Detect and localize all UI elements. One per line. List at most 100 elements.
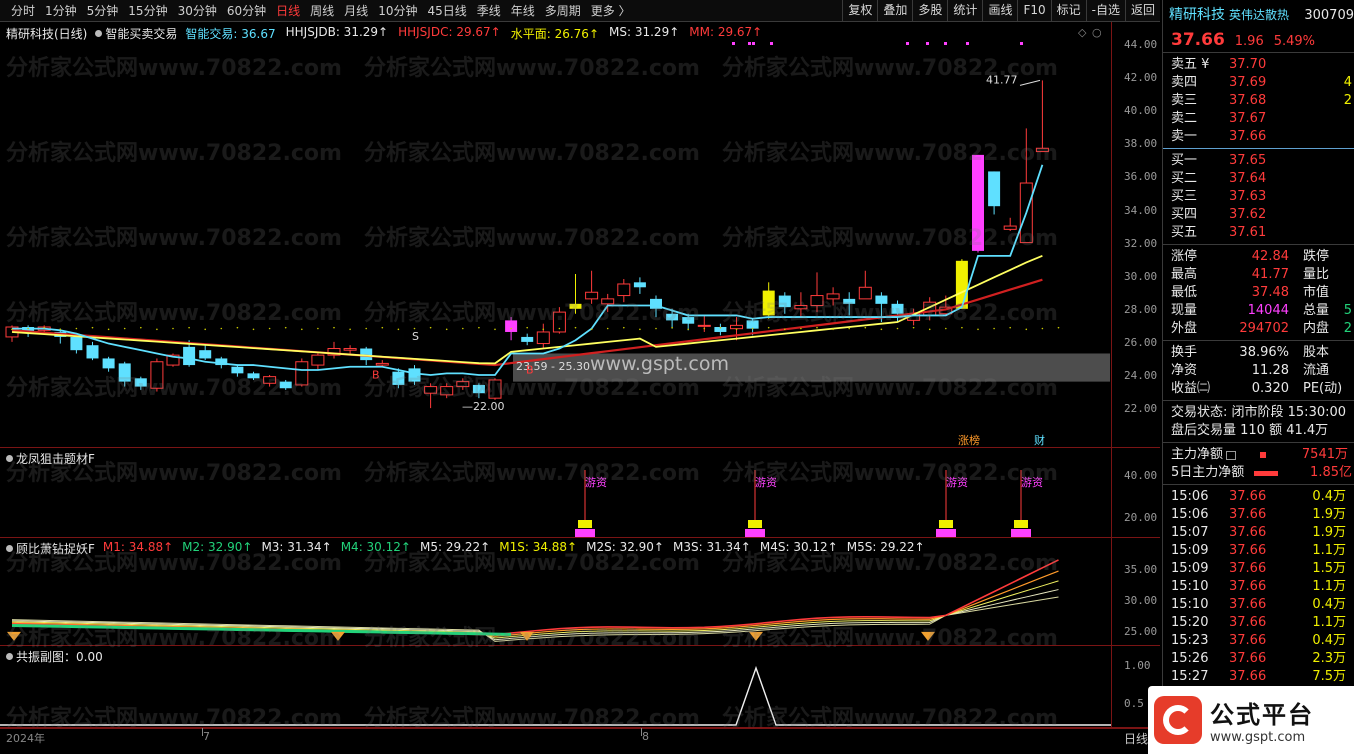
tick-price: 37.66: [1229, 543, 1267, 558]
tool-button-5[interactable]: F10: [1017, 0, 1050, 22]
candle: [311, 353, 325, 371]
book-price: 37.64: [1229, 171, 1267, 186]
tag-finance[interactable]: 财: [1034, 433, 1045, 447]
period-tab-14[interactable]: 更多 〉: [586, 2, 636, 19]
price-line: 37.66 1.96 5.49%: [1163, 24, 1354, 52]
tick-list[interactable]: 15:06 37.66 0.4万 15:06 37.66 1.9万 15:07 37.66 1.…: [1163, 484, 1354, 704]
book-row[interactable]: 买三 37.63: [1163, 188, 1354, 206]
base-dot: [91, 326, 94, 329]
tool-button-7[interactable]: -自选: [1085, 0, 1125, 22]
period-tab-6[interactable]: 日线: [271, 2, 305, 19]
book-row[interactable]: 卖五 ¥ 37.70: [1163, 56, 1354, 74]
base-dot: [220, 327, 223, 330]
candle: [988, 171, 1001, 215]
period-tab-13[interactable]: 多周期: [540, 2, 586, 19]
candle: [134, 376, 147, 390]
flow5-label: 5日主力净额: [1171, 465, 1245, 480]
candle: [1003, 217, 1017, 232]
tool-button-6[interactable]: 标记: [1050, 0, 1086, 22]
candle: [375, 360, 389, 367]
tool-button-2[interactable]: 多股: [912, 0, 947, 22]
period-tab-2[interactable]: 5分钟: [82, 2, 124, 19]
period-tab-9[interactable]: 10分钟: [373, 2, 422, 19]
stat-label-2: 量比: [1303, 267, 1330, 282]
list-icon[interactable]: [1226, 450, 1237, 460]
money-flow: 主力净额 7541万 5日主力净额 1.85亿: [1163, 442, 1354, 482]
candle: [247, 371, 260, 380]
candle: [536, 323, 550, 349]
stat-label: 最低: [1171, 285, 1198, 300]
period-tab-0[interactable]: 分时: [6, 2, 40, 19]
x-axis-period[interactable]: 日线: [1124, 730, 1148, 747]
resonance-line: [0, 665, 1111, 726]
period-tab-3[interactable]: 15分钟: [123, 2, 172, 19]
candle: [697, 315, 711, 332]
book-row[interactable]: 买二 37.64: [1163, 170, 1354, 188]
tick-row: 15:09 37.66 1.1万: [1163, 542, 1354, 560]
sub1-y-axis: [1111, 448, 1160, 538]
tool-button-1[interactable]: 叠加: [877, 0, 912, 22]
period-tab-5[interactable]: 60分钟: [222, 2, 271, 19]
candle: [714, 323, 727, 336]
book-label: 买二: [1171, 171, 1198, 186]
base-dot: [719, 326, 722, 329]
book-price: 37.61: [1229, 225, 1267, 240]
book-row[interactable]: 卖二 37.67: [1163, 110, 1354, 128]
brand-logo-icon: [1154, 696, 1202, 744]
base-dot: [606, 327, 609, 330]
base-dot: [623, 326, 625, 329]
tag-rank[interactable]: 涨榜: [958, 433, 980, 447]
book-row[interactable]: 买四 37.62: [1163, 206, 1354, 224]
period-tab-12[interactable]: 年线: [506, 2, 540, 19]
y-tick: 30.00: [1124, 594, 1158, 607]
stat-label-2: 跌停: [1303, 249, 1330, 264]
book-row[interactable]: 卖一 37.66: [1163, 128, 1354, 146]
stat-row: 净资 11.28 流通: [1163, 362, 1354, 380]
tool-button-4[interactable]: 画线: [982, 0, 1017, 22]
candle: [569, 274, 582, 314]
tick-row: 15:09 37.66 1.5万: [1163, 560, 1354, 578]
base-dot: [542, 328, 545, 331]
stat-row: 最高 41.77 量比: [1163, 266, 1354, 284]
book-row[interactable]: 买五 37.61: [1163, 224, 1354, 242]
stock-name[interactable]: 精研科技: [1169, 4, 1225, 24]
period-tab-1[interactable]: 1分钟: [40, 2, 82, 19]
base-dot: [252, 328, 255, 331]
period-tab-7[interactable]: 周线: [305, 2, 339, 19]
period-tab-4[interactable]: 30分钟: [173, 2, 222, 19]
ask-book: 卖五 ¥ 37.70 卖四 37.69 4 卖三 37.68 2 卖二 37.67 卖一 37.66: [1163, 52, 1354, 146]
period-tab-10[interactable]: 45日线: [422, 2, 471, 19]
stock-concept[interactable]: 英伟达散热: [1229, 6, 1289, 23]
main-candlestick-chart[interactable]: 41.77—22.0023.59 - 25.30SB Bwww.gspt.com涨…: [0, 22, 1111, 448]
tick-price: 37.66: [1229, 633, 1267, 648]
tick-row: 15:27 37.66 7.5万: [1163, 668, 1354, 686]
stat-row: 换手 38.96% 股本: [1163, 344, 1354, 362]
tick-volume: 1.1万: [1312, 543, 1346, 558]
tool-button-8[interactable]: 返回: [1124, 0, 1160, 22]
base-dot: [156, 328, 158, 331]
tick-time: 15:23: [1171, 633, 1209, 648]
tool-button-3[interactable]: 统计: [947, 0, 982, 22]
book-row[interactable]: 卖三 37.68 2: [1163, 92, 1354, 110]
tick-volume: 0.4万: [1312, 489, 1346, 504]
period-tab-8[interactable]: 月线: [339, 2, 373, 19]
candle: [150, 358, 164, 392]
b-signal-1: B: [372, 368, 380, 381]
sub3-chart: [0, 665, 1111, 726]
book-row[interactable]: 买一 37.65: [1163, 152, 1354, 170]
low-label: —22.00: [462, 400, 505, 413]
y-tick: 40.00: [1124, 469, 1158, 482]
bid-book: 买一 37.65 买二 37.64 买三 37.63 买四 37.62 买五 37.61: [1163, 148, 1354, 242]
high-arrow: [1019, 79, 1041, 86]
book-row[interactable]: 卖四 37.69 4: [1163, 74, 1354, 92]
period-tab-11[interactable]: 季线: [472, 2, 506, 19]
y-tick: 36.00: [1124, 170, 1158, 184]
base-dot: [961, 326, 963, 329]
tick-time: 15:10: [1171, 597, 1209, 612]
base-dot: [993, 327, 995, 330]
candle: [488, 378, 502, 400]
base-dot: [268, 327, 271, 330]
base-dot: [381, 326, 384, 329]
book-price: 37.62: [1229, 207, 1267, 222]
tool-button-0[interactable]: 复权: [842, 0, 877, 22]
